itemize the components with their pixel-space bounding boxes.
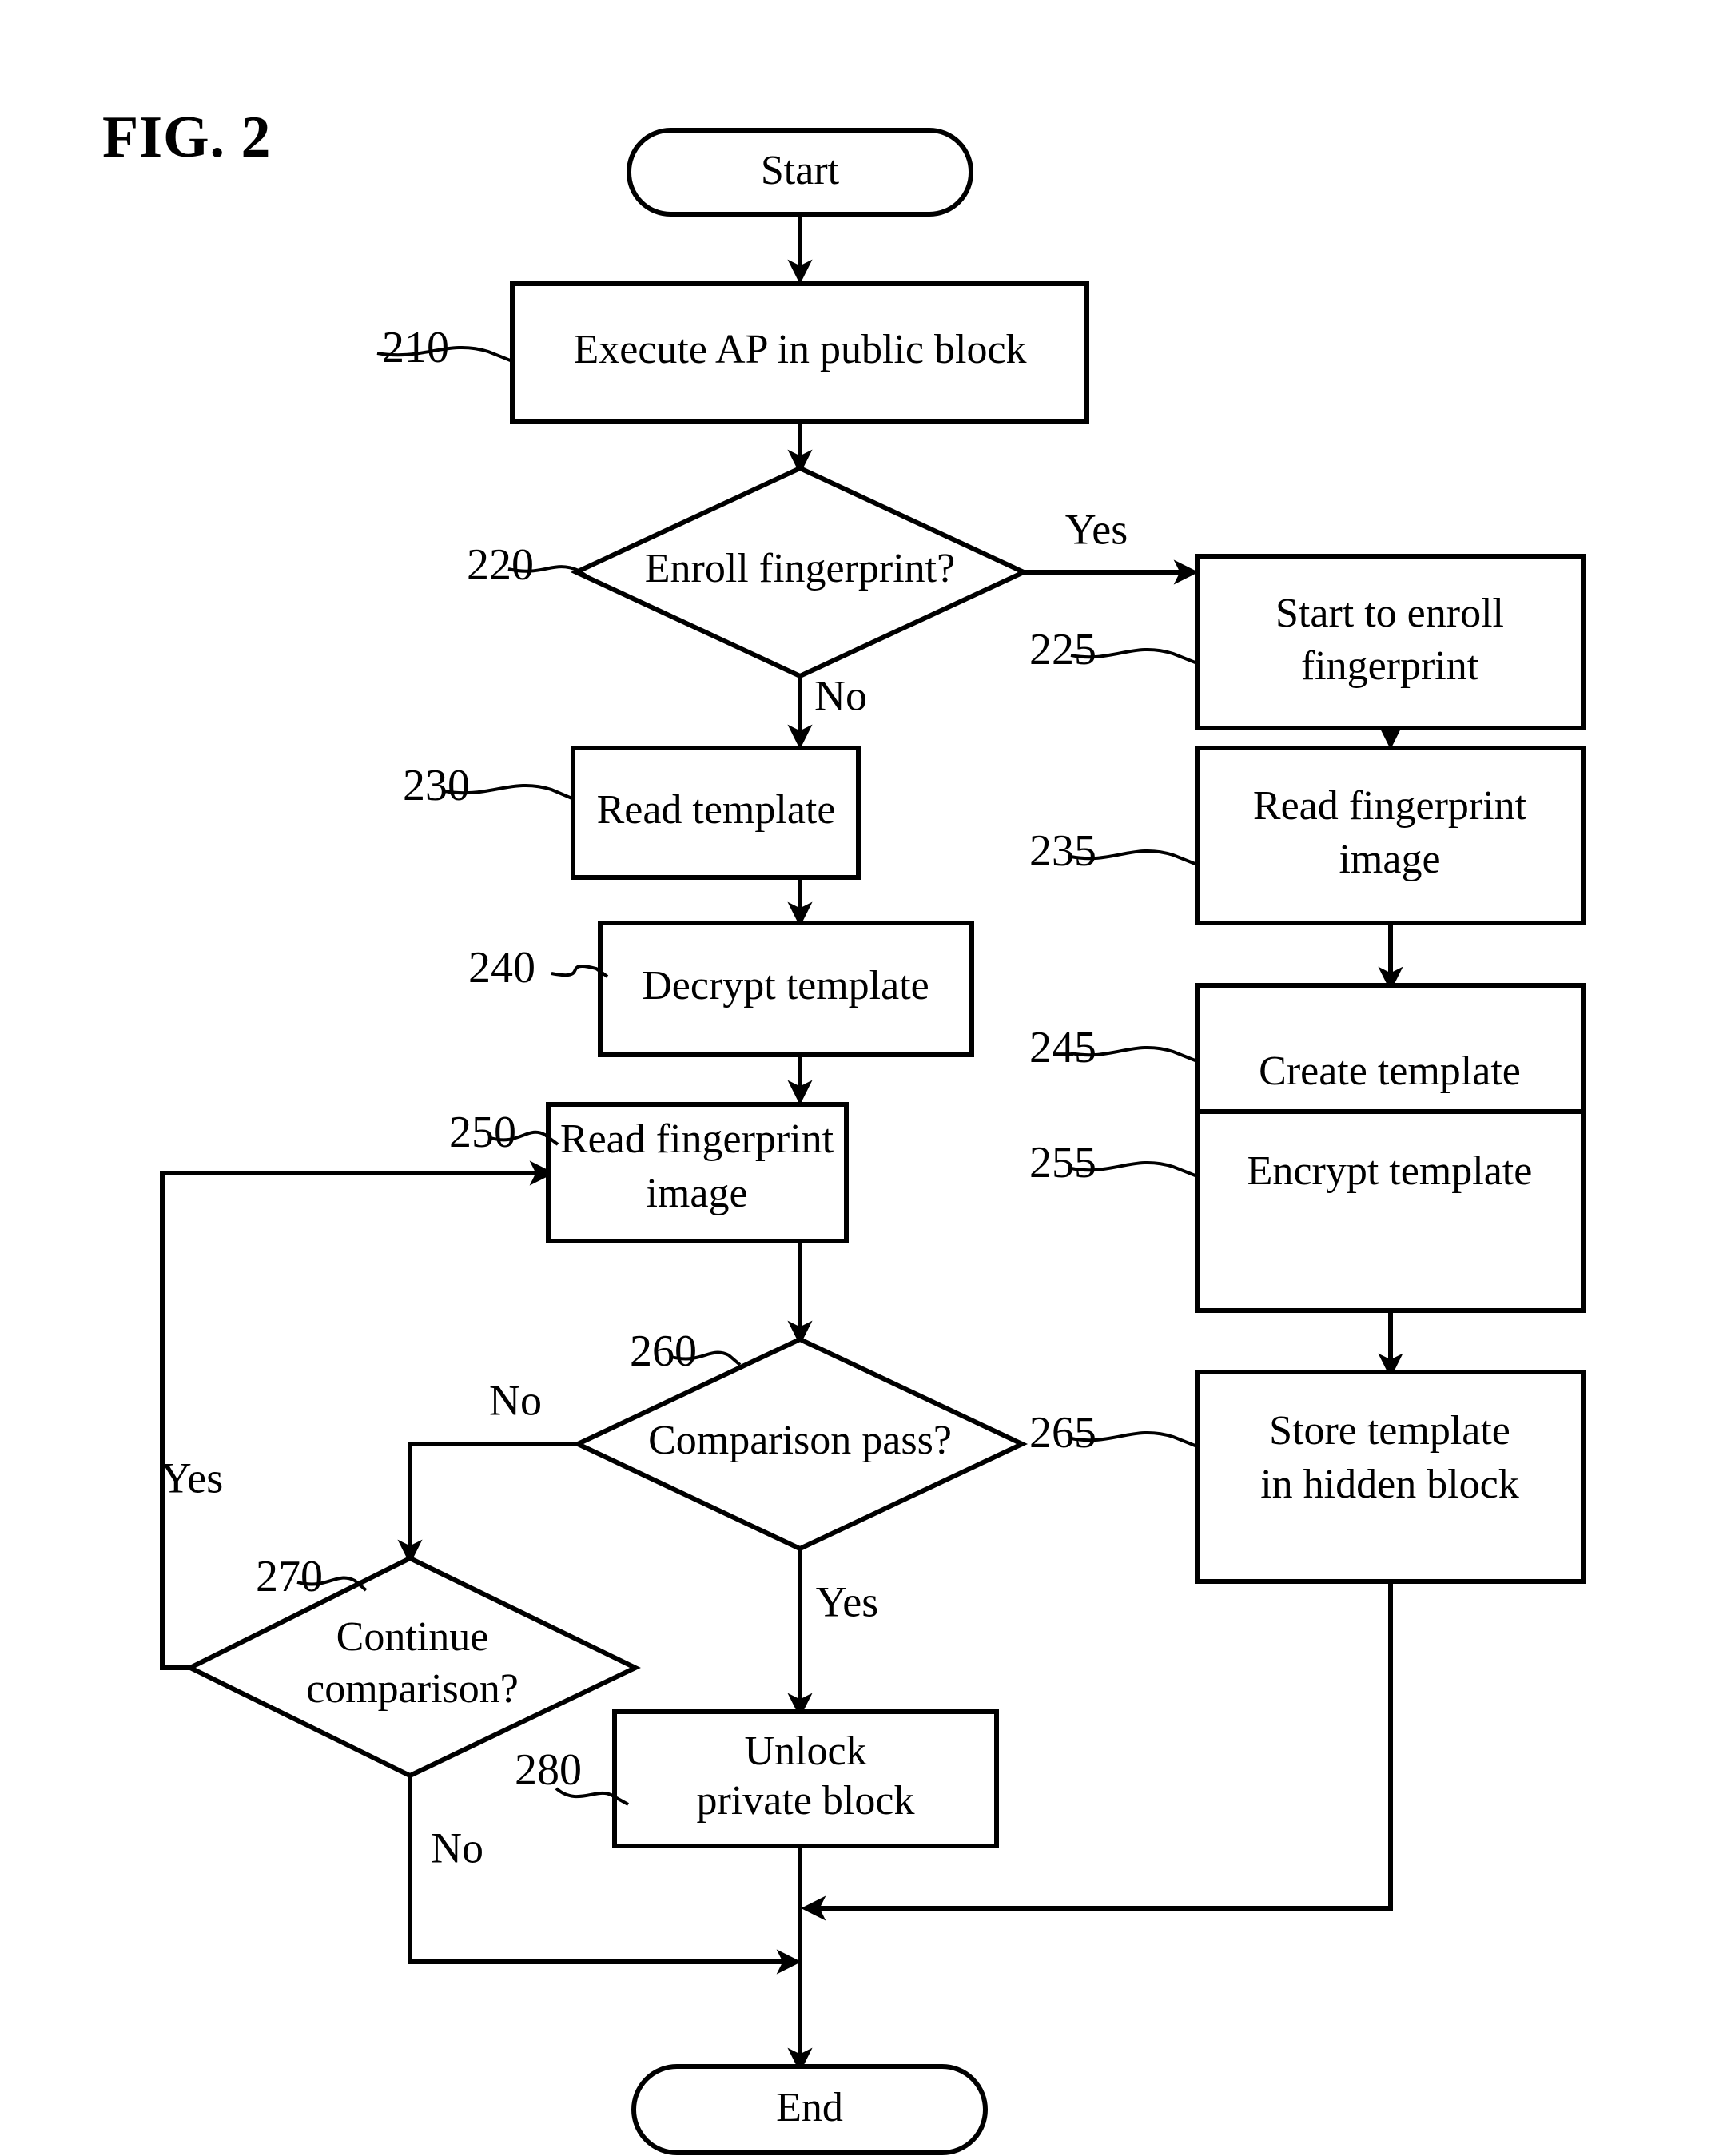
branch-label-compare-yes: Yes <box>816 1577 879 1625</box>
branch-label-compare-no: No <box>489 1376 542 1424</box>
node-235-read-fingerprint-image[interactable]: Read fingerprint image <box>1195 746 1586 925</box>
n270-label-line1: Continue <box>336 1614 489 1660</box>
node-250-read-fingerprint-image[interactable]: Read fingerprint image <box>546 1102 849 1243</box>
ref-260: 260 <box>630 1327 697 1376</box>
branch-label-enroll-no: No <box>814 671 867 719</box>
n280-label-line1: Unlock <box>744 1728 866 1774</box>
node-280-unlock-private-block[interactable]: Unlock private block <box>612 1709 999 1848</box>
ref-270: 270 <box>256 1552 323 1601</box>
ref-220: 220 <box>467 540 534 590</box>
node-225-start-enroll[interactable]: Start to enroll fingerprint <box>1195 554 1586 730</box>
ref-280: 280 <box>515 1745 582 1795</box>
branch-label-continue-no: No <box>431 1824 483 1872</box>
branch-label-enroll-yes: Yes <box>1065 505 1128 553</box>
ref-230: 230 <box>403 761 470 810</box>
n265-label-line1: Store template <box>1269 1408 1510 1454</box>
flowchart-canvas: Start Execute AP in public block 210 Enr… <box>160 128 1586 2155</box>
figure-page: FIG. 2 Start Execute AP in public block … <box>0 0 1723 2156</box>
n235-label-line1: Read fingerprint <box>1253 783 1527 829</box>
n265-label-line2: in hidden block <box>1260 1462 1519 1507</box>
ref-255: 255 <box>1029 1138 1096 1187</box>
n260-label: Comparison pass? <box>648 1418 952 1463</box>
n230-label: Read template <box>597 787 836 833</box>
n220-label: Enroll fingerprint? <box>645 546 955 591</box>
n240-label: Decrypt template <box>642 963 929 1008</box>
node-end[interactable]: End <box>631 2064 988 2155</box>
edge-260-no-to-270 <box>397 1442 578 1565</box>
n280-label-line2: private block <box>697 1778 915 1824</box>
n235-shape <box>1195 746 1586 925</box>
node-start[interactable]: Start <box>627 128 973 217</box>
ref-250: 250 <box>449 1108 516 1157</box>
ref-265: 265 <box>1029 1408 1096 1458</box>
n225-label-line2: fingerprint <box>1301 643 1479 689</box>
ref-225: 225 <box>1029 625 1096 674</box>
node-210-execute-ap[interactable]: Execute AP in public block <box>510 281 1089 424</box>
n250-label-line1: Read fingerprint <box>560 1116 834 1162</box>
end-label: End <box>776 2085 843 2130</box>
n235-label-line2: image <box>1339 837 1440 882</box>
n270-label-line2: comparison? <box>306 1666 519 1712</box>
node-240-decrypt-template[interactable]: Decrypt template <box>598 921 974 1057</box>
n210-label: Execute AP in public block <box>573 327 1026 372</box>
node-220-enroll-fingerprint[interactable]: Enroll fingerprint? <box>570 465 1030 679</box>
start-label: Start <box>761 148 840 193</box>
branch-label-continue-yes: Yes <box>161 1454 224 1502</box>
ref-235: 235 <box>1029 826 1096 876</box>
node-255-encrypt-template[interactable]: Encrypt template <box>1195 1109 1586 1313</box>
n255-label: Encrypt template <box>1247 1148 1533 1194</box>
n225-label-line1: Start to enroll <box>1275 591 1504 636</box>
n245-label: Create template <box>1259 1048 1521 1094</box>
n255-shape <box>1195 1109 1586 1313</box>
n225-shape <box>1195 554 1586 730</box>
n250-label-line2: image <box>646 1171 747 1216</box>
node-230-read-template[interactable]: Read template <box>571 746 861 880</box>
ref-240: 240 <box>468 943 535 992</box>
ref-245: 245 <box>1029 1023 1096 1072</box>
ref-210: 210 <box>382 323 449 372</box>
node-265-store-template[interactable]: Store template in hidden block <box>1195 1370 1586 1584</box>
